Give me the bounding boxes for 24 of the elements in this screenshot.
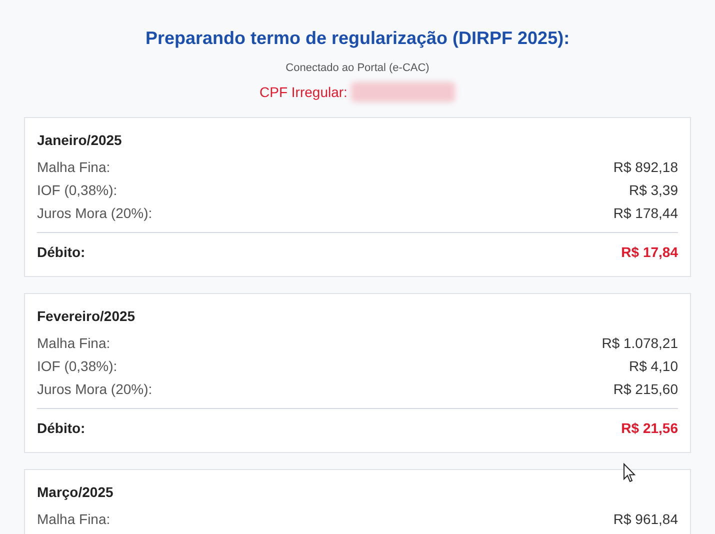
cpf-label: CPF Irregular: (260, 84, 348, 100)
row-value: R$ 961,84 (613, 510, 678, 529)
debit-value: R$ 21,56 (621, 419, 678, 438)
row-label: Juros Mora (20%): (37, 380, 152, 399)
month-title: Março/2025 (37, 484, 114, 500)
row-value: R$ 3,39 (628, 181, 678, 200)
row-value: R$ 892,18 (613, 158, 678, 177)
page-title: Preparando termo de regularização (DIRPF 2025): (144, 28, 571, 49)
connection-status: Conectado ao Portal (e-CAC) (284, 62, 430, 74)
row-label: Malha Fina: (37, 334, 110, 353)
row-value: R$ 4,10 (628, 357, 678, 376)
row-label: IOF (0,38%): (37, 181, 118, 200)
debit-label: Débito: (37, 243, 86, 262)
month-title: Janeiro/2025 (37, 132, 122, 148)
row-label: Malha Fina: (37, 510, 110, 529)
debit-value: R$ 17,84 (621, 243, 678, 262)
row-value: R$ 178,44 (613, 204, 678, 223)
month-title: Fevereiro/2025 (37, 308, 136, 324)
row-value: R$ 215,60 (613, 380, 678, 399)
debit-label: Débito: (37, 419, 86, 438)
row-value: R$ 1.078,21 (602, 334, 678, 353)
row-label: IOF (0,38%): (37, 357, 118, 376)
row-label: Malha Fina: (37, 158, 110, 177)
row-label: Juros Mora (20%): (37, 204, 152, 223)
